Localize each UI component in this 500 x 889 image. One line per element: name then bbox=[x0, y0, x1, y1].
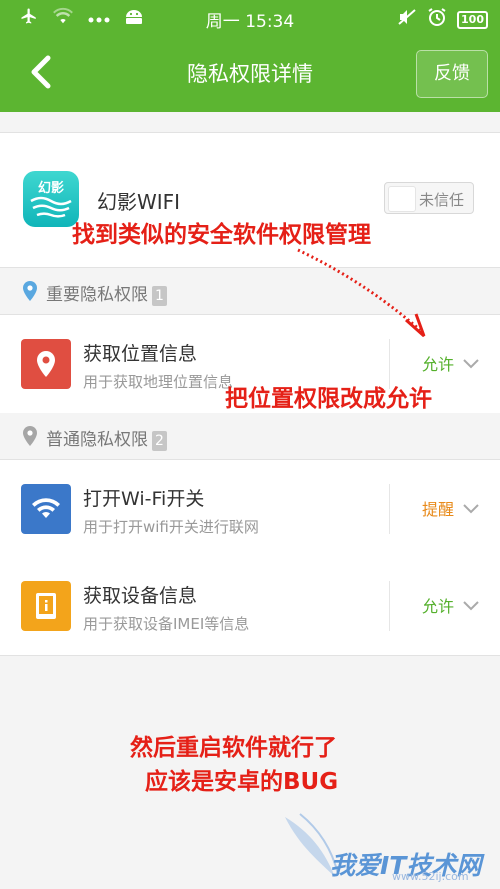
annotation-middle: 把位置权限改成允许 bbox=[225, 386, 432, 412]
annotation-bottom-line2: 应该是安卓的BUG bbox=[145, 769, 339, 795]
watermark-url: www.52ij.com bbox=[392, 870, 469, 883]
annotation-bottom-line1: 然后重启软件就行了 bbox=[130, 735, 337, 761]
annotation-top: 找到类似的安全软件权限管理 bbox=[72, 222, 371, 248]
